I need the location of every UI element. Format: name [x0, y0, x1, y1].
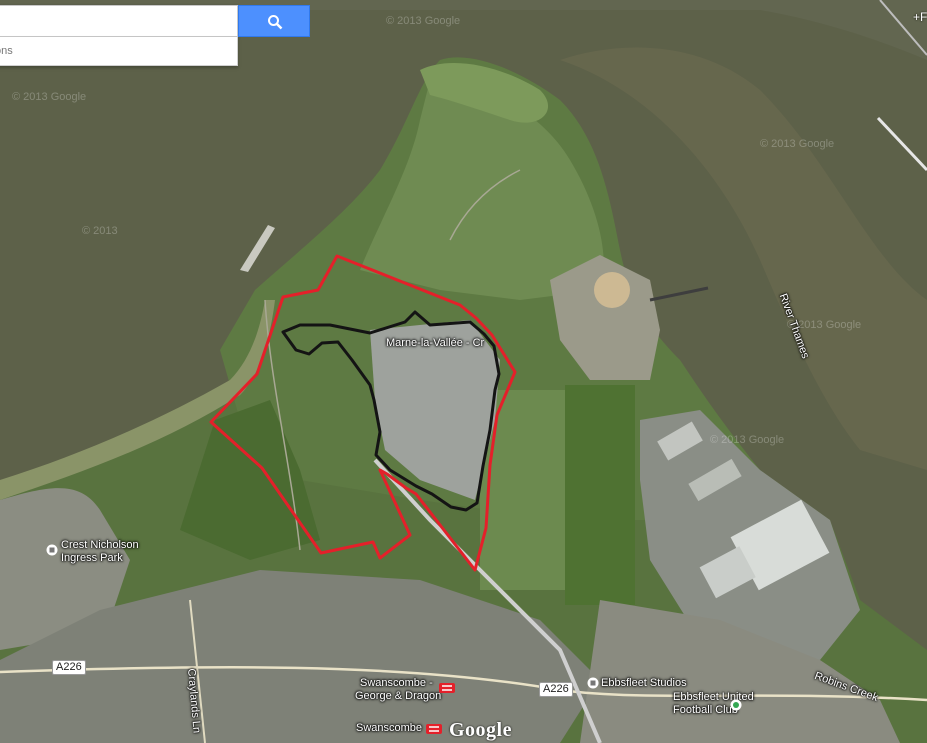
field-east	[565, 385, 635, 605]
search-button[interactable]	[238, 5, 310, 37]
road-shield-a226-east: A226	[539, 682, 573, 697]
watermark-3: © 2013 Google	[760, 138, 834, 150]
swanscombe-george-label-1[interactable]: Swanscombe -	[360, 677, 433, 689]
google-logo: Google	[449, 719, 512, 741]
rail-station-icon[interactable]	[439, 683, 455, 693]
swanscombe-george-label-2[interactable]: George & Dragon	[355, 690, 441, 702]
poi-marker-icon[interactable]	[587, 677, 599, 689]
search-icon	[268, 15, 283, 30]
road-shield-a226-west: A226	[52, 660, 86, 675]
corner-mark[interactable]: +F	[913, 10, 927, 24]
watermark-5: © 2013	[82, 225, 118, 237]
watermark-2: © 2013 Google	[12, 91, 86, 103]
ebbsfleet-fc-label-2[interactable]: Football Club	[673, 704, 738, 716]
stadium-icon[interactable]	[730, 699, 742, 711]
search-input[interactable]	[1, 12, 225, 34]
poi-marker-icon[interactable]	[46, 544, 58, 556]
search-suggestion-text[interactable]: ons	[0, 45, 13, 57]
search-box[interactable]	[0, 5, 238, 37]
watermark-4: © 2013 Google	[710, 434, 784, 446]
sand-pile	[594, 272, 630, 308]
crest-nicholson-label-1[interactable]: Crest Nicholson	[61, 539, 139, 551]
satellite-map[interactable]: © 2013 Google © 2013 Google © 2013 Googl…	[0, 0, 927, 743]
watermark-1: © 2013 Google	[386, 15, 460, 27]
rail-station-icon[interactable]	[426, 724, 442, 734]
crest-nicholson-label-2[interactable]: Ingress Park	[61, 552, 123, 564]
search-suggestion-strip[interactable]: ons	[0, 37, 238, 66]
swanscombe-label[interactable]: Swanscombe	[356, 722, 422, 734]
poi-marne-label[interactable]: Marne-la-Vallée - Cr	[386, 337, 484, 349]
ebbsfleet-studios-label[interactable]: Ebbsfleet Studios	[601, 677, 687, 689]
